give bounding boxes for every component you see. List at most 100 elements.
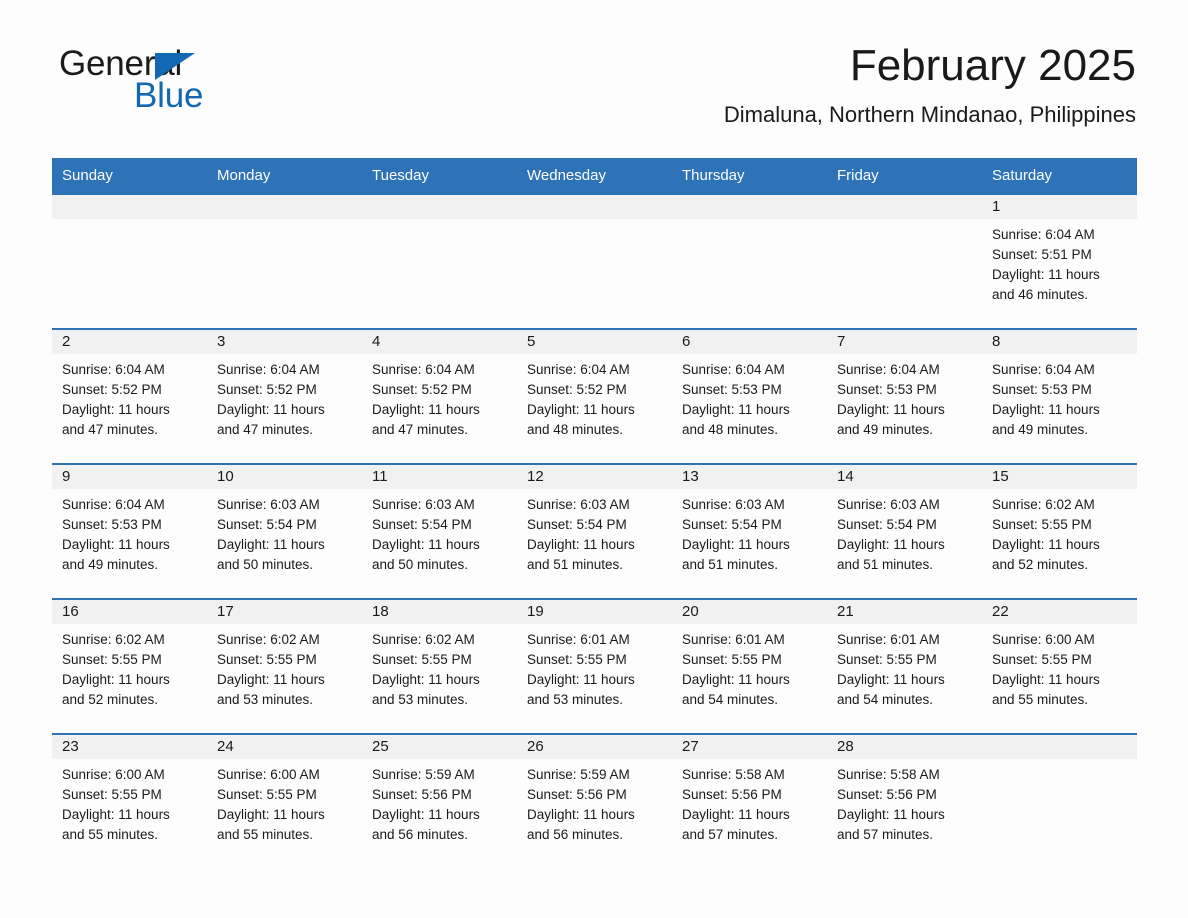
sunrise-text: Sunrise: 5:58 AM (682, 767, 785, 782)
daylight-text-line1: Daylight: 11 hours (62, 807, 170, 822)
sunrise-text: Sunrise: 6:01 AM (527, 632, 630, 647)
day-details (207, 219, 362, 225)
calendar-day-cell[interactable]: 26 Sunrise: 5:59 AM Sunset: 5:56 PM Dayl… (517, 734, 672, 868)
calendar-day-cell[interactable]: 21 Sunrise: 6:01 AM Sunset: 5:55 PM Dayl… (827, 599, 982, 734)
daylight-text-line2: and 51 minutes. (682, 557, 779, 572)
day-details: Sunrise: 6:03 AM Sunset: 5:54 PM Dayligh… (672, 489, 827, 575)
weekday-header-wednesday: Wednesday (517, 158, 672, 194)
daylight-text-line2: and 55 minutes. (217, 827, 314, 842)
calendar-day-cell[interactable] (982, 734, 1137, 868)
day-number: 20 (672, 600, 827, 624)
calendar-day-cell[interactable]: 28 Sunrise: 5:58 AM Sunset: 5:56 PM Dayl… (827, 734, 982, 868)
calendar-day-cell[interactable] (207, 194, 362, 329)
sunrise-sunset-calendar: Sunday Monday Tuesday Wednesday Thursday… (52, 158, 1137, 868)
general-blue-logo: General Blue (59, 45, 359, 115)
page-header: General Blue February 2025 Dimaluna, Nor… (52, 0, 1136, 127)
sunset-text: Sunset: 5:54 PM (527, 517, 627, 532)
sunrise-text: Sunrise: 6:03 AM (372, 497, 475, 512)
sunset-text: Sunset: 5:55 PM (837, 652, 937, 667)
day-details: Sunrise: 6:04 AM Sunset: 5:53 PM Dayligh… (827, 354, 982, 440)
calendar-day-cell[interactable]: 5 Sunrise: 6:04 AM Sunset: 5:52 PM Dayli… (517, 329, 672, 464)
day-number: 23 (52, 735, 207, 759)
calendar-day-cell[interactable]: 14 Sunrise: 6:03 AM Sunset: 5:54 PM Dayl… (827, 464, 982, 599)
daylight-text-line1: Daylight: 11 hours (682, 672, 790, 687)
daylight-text-line2: and 56 minutes. (372, 827, 469, 842)
sunset-text: Sunset: 5:56 PM (372, 787, 472, 802)
day-number: 22 (982, 600, 1137, 624)
calendar-day-cell[interactable]: 18 Sunrise: 6:02 AM Sunset: 5:55 PM Dayl… (362, 599, 517, 734)
daylight-text-line1: Daylight: 11 hours (372, 807, 480, 822)
calendar-day-cell[interactable]: 27 Sunrise: 5:58 AM Sunset: 5:56 PM Dayl… (672, 734, 827, 868)
calendar-day-cell[interactable]: 11 Sunrise: 6:03 AM Sunset: 5:54 PM Dayl… (362, 464, 517, 599)
calendar-day-cell[interactable] (517, 194, 672, 329)
day-details: Sunrise: 6:04 AM Sunset: 5:53 PM Dayligh… (982, 354, 1137, 440)
calendar-day-cell[interactable]: 15 Sunrise: 6:02 AM Sunset: 5:55 PM Dayl… (982, 464, 1137, 599)
calendar-day-cell[interactable]: 22 Sunrise: 6:00 AM Sunset: 5:55 PM Dayl… (982, 599, 1137, 734)
calendar-day-cell[interactable] (52, 194, 207, 329)
calendar-day-cell[interactable]: 23 Sunrise: 6:00 AM Sunset: 5:55 PM Dayl… (52, 734, 207, 868)
daylight-text-line1: Daylight: 11 hours (527, 402, 635, 417)
sunrise-text: Sunrise: 6:03 AM (527, 497, 630, 512)
calendar-day-cell[interactable]: 25 Sunrise: 5:59 AM Sunset: 5:56 PM Dayl… (362, 734, 517, 868)
daylight-text-line2: and 51 minutes. (837, 557, 934, 572)
daylight-text-line1: Daylight: 11 hours (682, 537, 790, 552)
calendar-day-cell[interactable]: 2 Sunrise: 6:04 AM Sunset: 5:52 PM Dayli… (52, 329, 207, 464)
calendar-day-cell[interactable]: 16 Sunrise: 6:02 AM Sunset: 5:55 PM Dayl… (52, 599, 207, 734)
sunset-text: Sunset: 5:52 PM (217, 382, 317, 397)
day-number (827, 195, 982, 219)
calendar-day-cell[interactable]: 13 Sunrise: 6:03 AM Sunset: 5:54 PM Dayl… (672, 464, 827, 599)
day-details (672, 219, 827, 225)
calendar-day-cell[interactable]: 8 Sunrise: 6:04 AM Sunset: 5:53 PM Dayli… (982, 329, 1137, 464)
sunset-text: Sunset: 5:53 PM (837, 382, 937, 397)
daylight-text-line2: and 54 minutes. (837, 692, 934, 707)
calendar-day-cell[interactable]: 24 Sunrise: 6:00 AM Sunset: 5:55 PM Dayl… (207, 734, 362, 868)
day-details: Sunrise: 6:01 AM Sunset: 5:55 PM Dayligh… (672, 624, 827, 710)
day-details: Sunrise: 5:59 AM Sunset: 5:56 PM Dayligh… (362, 759, 517, 845)
calendar-day-cell[interactable]: 19 Sunrise: 6:01 AM Sunset: 5:55 PM Dayl… (517, 599, 672, 734)
day-details: Sunrise: 6:00 AM Sunset: 5:55 PM Dayligh… (982, 624, 1137, 710)
daylight-text-line2: and 54 minutes. (682, 692, 779, 707)
day-details: Sunrise: 5:59 AM Sunset: 5:56 PM Dayligh… (517, 759, 672, 845)
calendar-day-cell[interactable]: 7 Sunrise: 6:04 AM Sunset: 5:53 PM Dayli… (827, 329, 982, 464)
sunset-text: Sunset: 5:55 PM (992, 652, 1092, 667)
day-number: 14 (827, 465, 982, 489)
daylight-text-line1: Daylight: 11 hours (217, 537, 325, 552)
daylight-text-line2: and 49 minutes. (62, 557, 159, 572)
calendar-day-cell[interactable]: 12 Sunrise: 6:03 AM Sunset: 5:54 PM Dayl… (517, 464, 672, 599)
calendar-day-cell[interactable]: 17 Sunrise: 6:02 AM Sunset: 5:55 PM Dayl… (207, 599, 362, 734)
calendar-day-cell[interactable]: 3 Sunrise: 6:04 AM Sunset: 5:52 PM Dayli… (207, 329, 362, 464)
daylight-text-line1: Daylight: 11 hours (62, 402, 170, 417)
daylight-text-line2: and 51 minutes. (527, 557, 624, 572)
calendar-day-cell[interactable] (362, 194, 517, 329)
day-number: 8 (982, 330, 1137, 354)
daylight-text-line1: Daylight: 11 hours (62, 672, 170, 687)
daylight-text-line1: Daylight: 11 hours (372, 402, 480, 417)
sunrise-text: Sunrise: 6:04 AM (372, 362, 475, 377)
day-number: 3 (207, 330, 362, 354)
sunset-text: Sunset: 5:56 PM (682, 787, 782, 802)
calendar-day-cell[interactable]: 20 Sunrise: 6:01 AM Sunset: 5:55 PM Dayl… (672, 599, 827, 734)
sunrise-text: Sunrise: 6:00 AM (992, 632, 1095, 647)
calendar-day-cell[interactable]: 6 Sunrise: 6:04 AM Sunset: 5:53 PM Dayli… (672, 329, 827, 464)
day-number: 7 (827, 330, 982, 354)
sunrise-text: Sunrise: 6:04 AM (837, 362, 940, 377)
calendar-week-row: 1 Sunrise: 6:04 AM Sunset: 5:51 PM Dayli… (52, 194, 1137, 329)
daylight-text-line1: Daylight: 11 hours (527, 807, 635, 822)
day-details: Sunrise: 6:00 AM Sunset: 5:55 PM Dayligh… (207, 759, 362, 845)
daylight-text-line2: and 48 minutes. (682, 422, 779, 437)
sunset-text: Sunset: 5:55 PM (992, 517, 1092, 532)
sunrise-text: Sunrise: 6:04 AM (62, 497, 165, 512)
daylight-text-line1: Daylight: 11 hours (527, 672, 635, 687)
calendar-day-cell[interactable]: 1 Sunrise: 6:04 AM Sunset: 5:51 PM Dayli… (982, 194, 1137, 329)
calendar-day-cell[interactable] (672, 194, 827, 329)
calendar-day-cell[interactable]: 10 Sunrise: 6:03 AM Sunset: 5:54 PM Dayl… (207, 464, 362, 599)
calendar-day-cell[interactable]: 9 Sunrise: 6:04 AM Sunset: 5:53 PM Dayli… (52, 464, 207, 599)
calendar-day-cell[interactable]: 4 Sunrise: 6:04 AM Sunset: 5:52 PM Dayli… (362, 329, 517, 464)
daylight-text-line2: and 50 minutes. (372, 557, 469, 572)
calendar-day-cell[interactable] (827, 194, 982, 329)
daylight-text-line2: and 46 minutes. (992, 287, 1089, 302)
daylight-text-line1: Daylight: 11 hours (992, 672, 1100, 687)
day-details: Sunrise: 6:04 AM Sunset: 5:53 PM Dayligh… (672, 354, 827, 440)
daylight-text-line2: and 50 minutes. (217, 557, 314, 572)
sunrise-text: Sunrise: 6:03 AM (217, 497, 320, 512)
